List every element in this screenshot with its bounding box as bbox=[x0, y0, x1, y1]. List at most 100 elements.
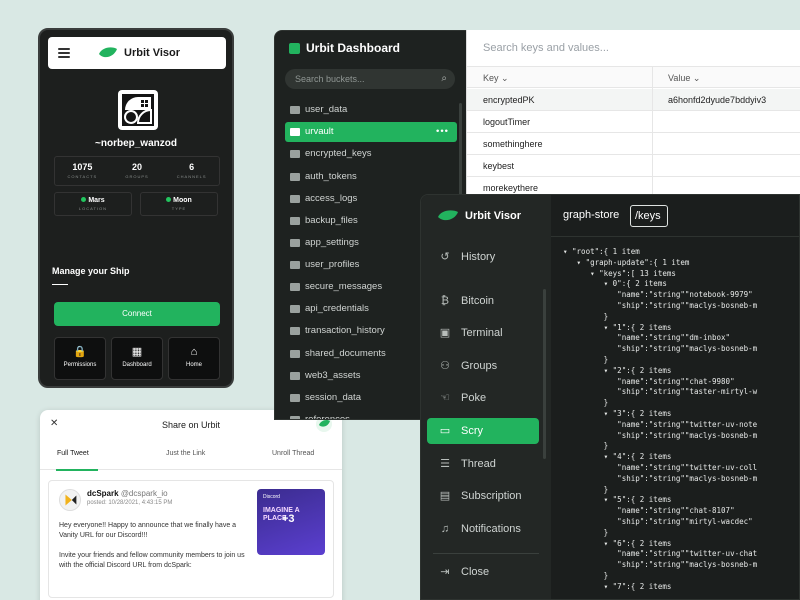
folder-icon bbox=[290, 195, 300, 203]
tab-unroll-thread[interactable]: Unroll Thread bbox=[272, 450, 314, 457]
tab-just-the-link[interactable]: Just the Link bbox=[166, 450, 205, 457]
nav-label: Thread bbox=[461, 458, 496, 470]
key-search-input[interactable]: Search keys and values... bbox=[483, 42, 609, 54]
location-box: Mars LOCATION bbox=[54, 192, 132, 216]
json-line: "name":"string""twitter-uv-note bbox=[563, 419, 758, 429]
folder-icon bbox=[290, 394, 300, 402]
stat-groups: 20 GROUPS bbox=[125, 162, 149, 179]
close-icon: ⇥ bbox=[440, 566, 450, 578]
visor-brand: Urbit Visor bbox=[437, 209, 521, 223]
home-button[interactable]: ⌂ Home bbox=[168, 337, 220, 380]
json-line[interactable]: ▾ "2":{ 2 items bbox=[563, 366, 799, 377]
json-line: "name":"string""dm-inbox" bbox=[563, 333, 731, 343]
tweet-card: dcSpark @dcspark_io posted: 10/28/2021, … bbox=[48, 480, 334, 598]
tweet-paragraph-2: Invite your friends and fellow community… bbox=[59, 552, 245, 569]
search-icon: ⌕ bbox=[441, 73, 447, 84]
nav-label: Notifications bbox=[461, 523, 521, 535]
table-row[interactable]: somethinghere bbox=[467, 133, 800, 155]
bucket-label: shared_documents bbox=[305, 348, 386, 359]
column-header-value[interactable]: Value ⌄ bbox=[668, 73, 700, 84]
type-box: Moon TYPE bbox=[140, 192, 218, 216]
json-line[interactable]: ▾ "graph-update":{ 1 item bbox=[563, 258, 799, 269]
bucket-label: access_logs bbox=[305, 193, 358, 204]
nav-label: Bitcoin bbox=[461, 295, 495, 307]
ship-stats: 1075 CONTACTS 20 GROUPS 6 CHANNELS bbox=[54, 156, 220, 186]
folder-icon bbox=[290, 128, 300, 136]
folder-icon bbox=[290, 261, 300, 269]
nav-item-scry[interactable]: ▭ Scry bbox=[427, 418, 539, 444]
json-line: "name":"string""notebook-9979" bbox=[563, 290, 753, 300]
table-row[interactable]: encryptedPK a6honfd2dyude7bddyiv3 bbox=[467, 89, 800, 111]
tweet-date: posted: 10/28/2021, 4:43:15 PM bbox=[87, 500, 173, 506]
visor-sidebar: Urbit Visor ↺ History ₿ Bitcoin ▣ Terminal ⚇ Gr… bbox=[421, 195, 551, 599]
scry-app-label: graph-store bbox=[563, 209, 620, 221]
poke-icon: ☜ bbox=[440, 392, 450, 404]
json-line[interactable]: ▾ "root":{ 1 item bbox=[563, 247, 799, 258]
folder-icon bbox=[290, 372, 300, 380]
sidebar-item-bucket[interactable]: urvault ••• bbox=[285, 122, 457, 142]
table-row[interactable]: keybest bbox=[467, 155, 800, 177]
json-line: } bbox=[563, 441, 609, 451]
sidebar-scrollbar[interactable] bbox=[543, 289, 546, 459]
scry-path-input[interactable]: /keys bbox=[630, 205, 668, 227]
mobile-header: Urbit Visor bbox=[48, 37, 226, 69]
dialog-title: Share on Urbit bbox=[161, 420, 221, 430]
json-line[interactable]: ▾ "keys":[ 13 items bbox=[563, 269, 799, 280]
ship-sigil-avatar bbox=[118, 90, 158, 130]
bucket-label: session_data bbox=[305, 392, 361, 403]
nav-item-poke[interactable]: ☜ Poke bbox=[427, 385, 539, 411]
table-row[interactable]: logoutTimer bbox=[467, 111, 800, 133]
hamburger-menu-icon[interactable] bbox=[58, 48, 70, 58]
json-line[interactable]: ▾ "3":{ 2 items bbox=[563, 409, 799, 420]
folder-icon bbox=[290, 173, 300, 181]
status-dot-icon bbox=[81, 197, 87, 202]
nav-item-subscription[interactable]: ▤ Subscription bbox=[427, 483, 539, 509]
json-line: } bbox=[563, 570, 609, 580]
nav-item-bitcoin[interactable]: ₿ Bitcoin bbox=[427, 288, 539, 314]
tweet-paragraph-1: Hey everyone!! Happy to announce that we… bbox=[59, 522, 237, 539]
json-line[interactable]: ▾ "4":{ 2 items bbox=[563, 452, 799, 463]
sidebar-item-bucket[interactable]: auth_tokens bbox=[285, 167, 457, 187]
bucket-label: auth_tokens bbox=[305, 171, 357, 182]
sidebar-item-bucket[interactable]: encrypted_keys bbox=[285, 144, 457, 164]
share-tabs: Full Tweet Just the Link Unroll Thread bbox=[40, 450, 342, 471]
nav-item-groups[interactable]: ⚇ Groups bbox=[427, 353, 539, 379]
bucket-label: app_settings bbox=[305, 237, 359, 248]
connect-button[interactable]: Connect bbox=[54, 302, 220, 326]
nav-item-thread[interactable]: ☰ Thread bbox=[427, 451, 539, 477]
cell-key: encryptedPK bbox=[483, 95, 535, 105]
json-line: "ship":"string""maclys-bosneb-m bbox=[563, 430, 758, 440]
folder-icon bbox=[290, 150, 300, 158]
tab-full-tweet[interactable]: Full Tweet bbox=[57, 450, 89, 457]
more-images-count[interactable]: +3 bbox=[282, 513, 295, 525]
column-header-key[interactable]: Key ⌄ bbox=[483, 73, 509, 84]
nav-label: Terminal bbox=[461, 327, 503, 339]
dashboard-button[interactable]: ▦ Dashboard bbox=[111, 337, 163, 380]
column-divider bbox=[652, 66, 653, 196]
json-line[interactable]: ▾ "5":{ 2 items bbox=[563, 495, 799, 506]
nav-item-close[interactable]: ⇥ Close bbox=[427, 559, 539, 585]
table-header: Key ⌄ Value ⌄ bbox=[467, 66, 800, 88]
active-tab-indicator bbox=[56, 469, 98, 471]
json-line[interactable]: ▾ 0":{ 2 items bbox=[563, 279, 799, 290]
folder-icon bbox=[290, 416, 300, 419]
bucket-search-input[interactable]: Search buckets... ⌕ bbox=[285, 69, 455, 89]
json-line: "name":"string""twitter-uv-chat bbox=[563, 549, 758, 559]
nav-item-history[interactable]: ↺ History bbox=[427, 244, 539, 270]
tweet-image: Discord IMAGINE A PLACE +3 bbox=[257, 489, 325, 555]
json-line[interactable]: ▾ "1":{ 2 items bbox=[563, 323, 799, 334]
bucket-label: transaction_history bbox=[305, 325, 385, 336]
discord-label: Discord bbox=[263, 494, 280, 500]
json-line[interactable]: ▾ "6":{ 2 items bbox=[563, 539, 799, 550]
permissions-button[interactable]: 🔒 Permissions bbox=[54, 337, 106, 380]
folder-icon bbox=[290, 106, 300, 114]
sidebar-item-bucket[interactable]: user_data bbox=[285, 100, 457, 120]
subscription-icon: ▤ bbox=[439, 490, 451, 502]
nav-item-notifications[interactable]: ♫ Notifications bbox=[427, 516, 539, 542]
ship-name: ~norbep_wanzod bbox=[95, 138, 177, 149]
bucket-label: references bbox=[305, 414, 350, 420]
nav-item-terminal[interactable]: ▣ Terminal bbox=[427, 320, 539, 346]
bucket-label: api_credentials bbox=[305, 303, 369, 314]
more-options-icon[interactable]: ••• bbox=[436, 122, 449, 142]
json-line[interactable]: ▾ "7":{ 2 items bbox=[563, 582, 799, 593]
